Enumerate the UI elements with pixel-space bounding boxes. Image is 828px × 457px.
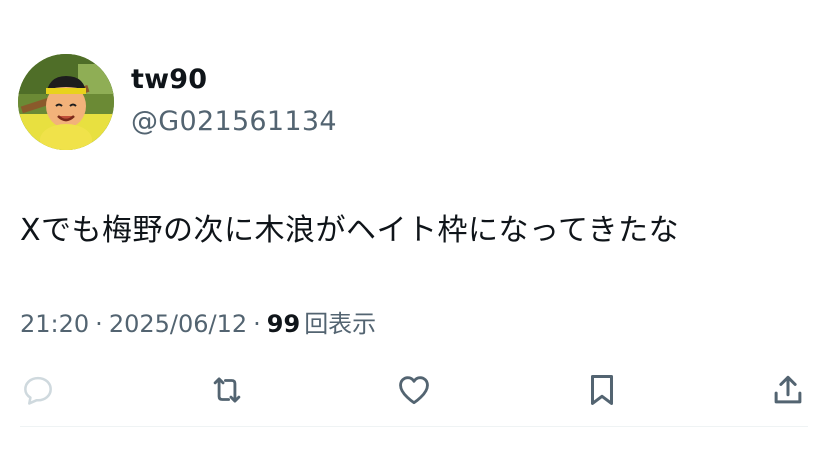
like-button[interactable] — [392, 368, 436, 412]
tweet-date[interactable]: 2025/06/12 — [109, 310, 247, 338]
reply-button[interactable] — [16, 368, 60, 412]
retweet-icon — [213, 377, 241, 403]
bookmark-button[interactable] — [580, 368, 624, 412]
tweet-meta: 21:20 · 2025/06/12 · 99 回表示 — [20, 304, 376, 339]
divider — [20, 426, 808, 427]
share-button[interactable] — [766, 368, 810, 412]
speech-bubble-icon — [24, 376, 52, 405]
display-name[interactable]: tw90 — [131, 64, 207, 95]
avatar[interactable] — [18, 54, 114, 150]
tweet-text: Xでも梅野の次に木浪がヘイト枠になってきたな — [20, 213, 680, 248]
meta-separator: · — [253, 310, 261, 338]
retweet-button[interactable] — [205, 368, 249, 412]
user-handle[interactable]: @G021561134 — [131, 106, 337, 137]
heart-icon — [399, 376, 429, 405]
action-bar — [0, 368, 828, 414]
bookmark-icon — [590, 375, 614, 405]
tweet-time[interactable]: 21:20 — [20, 310, 89, 338]
avatar-image — [18, 54, 114, 150]
meta-separator: · — [95, 310, 103, 338]
share-upload-icon — [774, 375, 802, 404]
views-count[interactable]: 99 — [267, 310, 300, 338]
views-label[interactable]: 回表示 — [304, 310, 376, 338]
